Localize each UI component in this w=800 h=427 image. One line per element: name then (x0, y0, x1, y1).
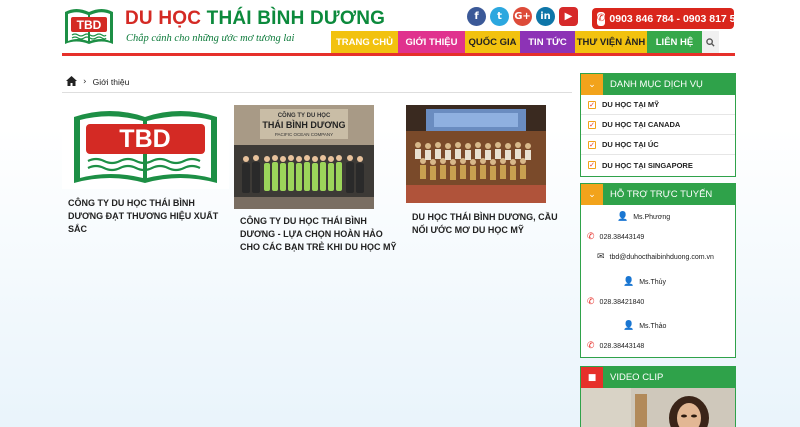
service-item-usa[interactable]: ✓ DU HỌC TẠI MỸ (581, 95, 735, 115)
article-thumbnail[interactable]: CÔNG TY DU HỌC THÁI BÌNH DƯƠNG PACIFIC O… (234, 105, 401, 209)
checkbox-icon: ✓ (588, 161, 596, 169)
nav-underline (62, 53, 735, 56)
sign-line1: CÔNG TY DU HỌC (278, 111, 331, 119)
phone-icon: ✆ (587, 232, 595, 242)
article-title[interactable]: DU HỌC THÁI BÌNH DƯƠNG, CẦU NỐI ƯỚC MƠ D… (406, 211, 573, 237)
logo-text: TBD (77, 18, 102, 32)
nav-item-gallery[interactable]: THƯ VIỆN ẢNH (575, 31, 647, 53)
search-icon[interactable] (702, 31, 719, 53)
user-icon: 👤 (623, 321, 635, 331)
article-title[interactable]: CÔNG TY DU HỌC THÁI BÌNH DƯƠNG ĐẠT THƯƠN… (62, 197, 229, 236)
main-nav: TRANG CHỦ GIỚI THIỆU QUỐC GIA TIN TỨC TH… (331, 31, 719, 53)
facebook-icon[interactable]: f (467, 7, 486, 26)
chevron-down-icon: ⌄ (581, 184, 603, 205)
services-panel: ⌄ DANH MỤC DỊCH VỤ ✓ DU HỌC TẠI MỸ ✓ DU … (580, 73, 736, 177)
hotline-badge[interactable]: ✆ 0903 846 784 - 0903 817 505 (592, 8, 747, 29)
contact-phone-row[interactable]: ✆ 028.38443148 (587, 341, 644, 351)
service-label: DU HỌC TẠI ÚC (602, 140, 659, 149)
contact-name-row: 👤 Ms.Phương (617, 212, 670, 222)
twitter-icon[interactable]: t (490, 7, 509, 26)
article-card[interactable]: TBD CÔNG TY DU HỌC THÁI BÌNH DƯƠNG ĐẠT T… (62, 105, 229, 236)
checkbox-icon: ✓ (588, 120, 596, 129)
video-camera-icon: ■ (581, 367, 603, 388)
breadcrumb-current: Giới thiệu (92, 77, 130, 87)
logo-text: TBD (119, 125, 170, 153)
article-thumbnail[interactable] (406, 105, 573, 209)
article-title[interactable]: CÔNG TY DU HỌC THÁI BÌNH DƯƠNG - LỰA CHỌ… (234, 215, 401, 254)
contact-name-row: 👤 Ms.Thủy (623, 277, 666, 287)
nav-item-about[interactable]: GIỚI THIỆU (398, 31, 465, 53)
site-tagline: Chắp cánh cho những ước mơ tương lai (126, 33, 295, 44)
contact-email: tbd@duhocthaibinhduong.com.vn (609, 253, 714, 261)
site-logo[interactable]: TBD (62, 6, 116, 50)
chevron-down-icon: ⌄ (581, 74, 603, 95)
phone-icon: ✆ (587, 297, 595, 307)
service-label: DU HỌC TẠI MỸ (602, 100, 660, 109)
youtube-icon[interactable]: ▶ (559, 7, 578, 26)
video-panel-header: ■ VIDEO CLIP (581, 367, 735, 388)
support-contacts: 👤 Ms.Phương ✆ 028.38443149 ✉ tbd@duhocth… (581, 205, 735, 359)
phone-icon: ✆ (587, 341, 595, 351)
site-title[interactable]: DU HỌC THÁI BÌNH DƯƠNG (125, 8, 385, 30)
contact-name: Ms.Thủy (639, 278, 667, 286)
video-player[interactable] (581, 388, 735, 427)
article-card[interactable]: DU HỌC THÁI BÌNH DƯƠNG, CẦU NỐI ƯỚC MƠ D… (406, 105, 573, 237)
support-heading: HỖ TRỢ TRỰC TUYẾN (610, 189, 713, 200)
google-plus-icon[interactable]: G+ (513, 7, 532, 26)
nav-item-news[interactable]: TIN TỨC (520, 31, 575, 53)
sign-line3: PACIFIC OCEAN COMPANY (275, 132, 333, 137)
site-title-part1: DU HỌC (125, 8, 202, 29)
contact-name: Ms.Phương (633, 213, 671, 221)
service-item-australia[interactable]: ✓ DU HỌC TẠI ÚC (581, 135, 735, 155)
user-icon: 👤 (623, 277, 635, 287)
user-icon: 👤 (617, 212, 629, 222)
nav-item-contact[interactable]: LIÊN HỆ (647, 31, 702, 53)
contact-phone-row[interactable]: ✆ 028.38443149 (587, 232, 644, 242)
support-panel: ⌄ HỖ TRỢ TRỰC TUYẾN 👤 Ms.Phương ✆ 028.38… (580, 183, 736, 358)
nav-item-countries[interactable]: QUỐC GIA (465, 31, 520, 53)
checkbox-icon: ✓ (588, 140, 596, 149)
sign-line2: THÁI BÌNH DƯƠNG (262, 120, 345, 130)
envelope-icon: ✉ (597, 252, 605, 262)
phone-icon: ✆ (597, 11, 606, 26)
support-panel-header: ⌄ HỖ TRỢ TRỰC TUYẾN (581, 184, 735, 205)
video-heading: VIDEO CLIP (610, 372, 664, 383)
contact-phone: 028.38421840 (599, 298, 645, 306)
linkedin-icon[interactable]: in (536, 7, 555, 26)
service-label: DU HỌC TẠI SINGAPORE (602, 160, 693, 170)
service-item-singapore[interactable]: ✓ DU HỌC TẠI SINGAPORE (581, 155, 735, 175)
contact-name-row: 👤 Ms.Thảo (623, 321, 666, 331)
services-heading: DANH MỤC DỊCH VỤ (610, 79, 703, 90)
contact-phone: 028.38443149 (599, 233, 645, 241)
site-title-part2: THÁI BÌNH DƯƠNG (206, 8, 386, 29)
chevron-right-icon: › (83, 77, 87, 87)
checkbox-icon: ✓ (588, 100, 596, 109)
service-item-canada[interactable]: ✓ DU HỌC TẠI CANADA (581, 115, 735, 135)
social-links: f t G+ in ▶ (467, 7, 578, 26)
hotline-text: 0903 846 784 - 0903 817 505 (609, 12, 748, 25)
article-card[interactable]: CÔNG TY DU HỌC THÁI BÌNH DƯƠNG PACIFIC O… (234, 105, 401, 254)
services-panel-header: ⌄ DANH MỤC DỊCH VỤ (581, 74, 735, 95)
service-label: DU HỌC TẠI CANADA (602, 120, 681, 129)
video-panel: ■ VIDEO CLIP (580, 366, 736, 427)
breadcrumb: › Giới thiệu (62, 72, 572, 93)
article-thumbnail[interactable]: TBD (62, 105, 229, 189)
contact-phone-row[interactable]: ✆ 028.38421840 (587, 297, 644, 307)
contact-phone: 028.38443148 (599, 342, 645, 350)
nav-item-home[interactable]: TRANG CHỦ (331, 31, 398, 53)
contact-email-row[interactable]: ✉ tbd@duhocthaibinhduong.com.vn (597, 252, 714, 262)
contact-name: Ms.Thảo (639, 322, 667, 330)
home-icon[interactable] (66, 75, 77, 89)
